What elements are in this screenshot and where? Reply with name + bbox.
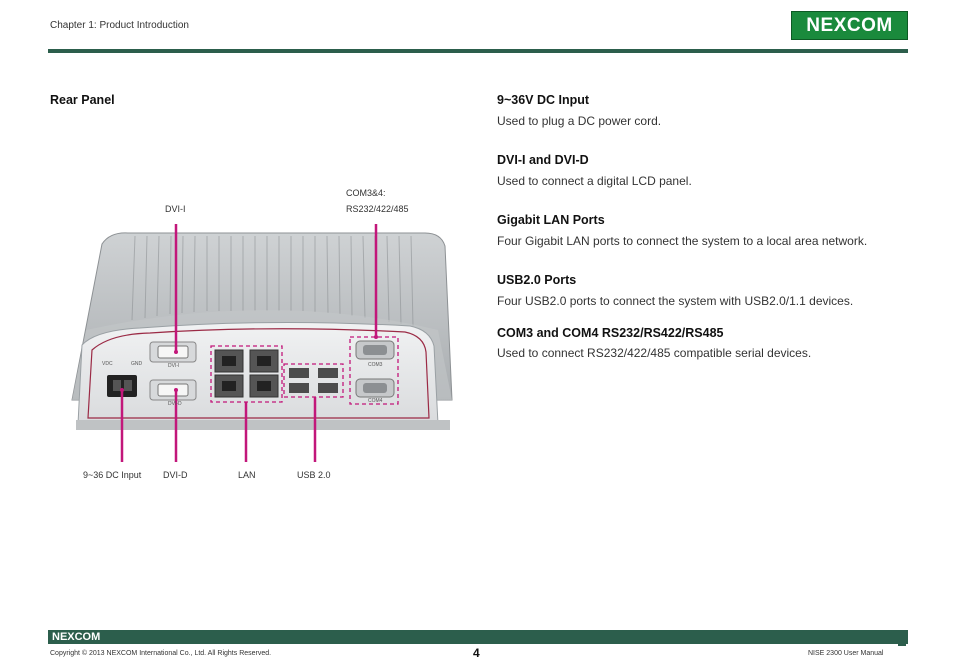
footer-squares-icon [888, 630, 908, 646]
footer-bar [48, 630, 908, 644]
callout-dvi-d: DVI-D [163, 470, 188, 480]
device-label-com4: COM4 [368, 398, 383, 404]
callout-usb: USB 2.0 [297, 470, 331, 480]
callout-com-line1: COM3&4: [346, 188, 386, 198]
footer-logo: NEXCOM [52, 631, 101, 643]
callout-dc-input: 9~36 DC Input [83, 470, 142, 480]
dvi-i-port [149, 341, 197, 363]
device-label-vdc: VDC [102, 361, 113, 367]
copyright-text: Copyright © 2013 NEXCOM International Co… [50, 650, 272, 657]
device-label-com3: COM3 [368, 362, 383, 368]
dvi-d-port [149, 379, 197, 401]
callout-dvi-i: DVI-I [165, 204, 186, 214]
device-label-gnd: GND [131, 361, 143, 367]
device-label-dvi-i: DVI-I [168, 363, 180, 369]
callout-lan: LAN [238, 470, 256, 480]
device-label-dvi-d: DVI-D [168, 401, 182, 407]
front-panel [77, 321, 439, 425]
page-number: 4 [473, 646, 480, 660]
rear-panel-illustration [71, 224, 453, 462]
callout-com-line2: RS232/422/485 [346, 204, 409, 214]
manual-title: NISE 2300 User Manual [808, 650, 884, 657]
